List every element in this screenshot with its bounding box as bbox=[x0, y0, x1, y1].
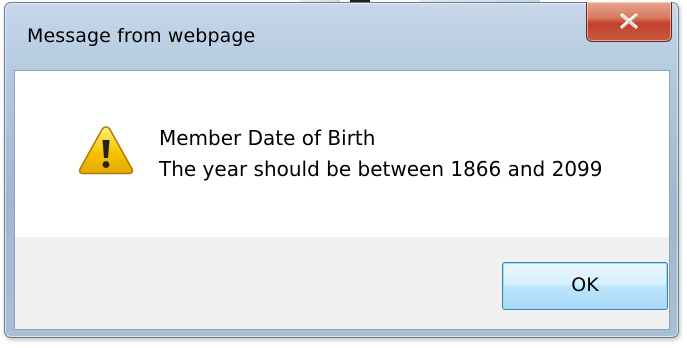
close-button[interactable] bbox=[586, 2, 672, 42]
close-icon bbox=[620, 13, 638, 29]
dialog-body: Member Date of Birth The year should be … bbox=[14, 70, 670, 330]
message-line-2: The year should be between 1866 and 2099 bbox=[159, 157, 603, 181]
dialog-titlebar[interactable]: Message from webpage bbox=[5, 2, 678, 71]
message-area: Member Date of Birth The year should be … bbox=[15, 71, 669, 237]
warning-icon bbox=[78, 126, 134, 175]
ok-button[interactable]: OK bbox=[502, 262, 668, 310]
button-bar: OK bbox=[15, 237, 669, 329]
message-line-1: Member Date of Birth bbox=[159, 126, 376, 150]
dialog-title: Message from webpage bbox=[27, 25, 256, 47]
message-text: Member Date of Birth The year should be … bbox=[159, 123, 603, 185]
message-dialog: Message from webpage Member Date of Birt… bbox=[4, 2, 679, 338]
